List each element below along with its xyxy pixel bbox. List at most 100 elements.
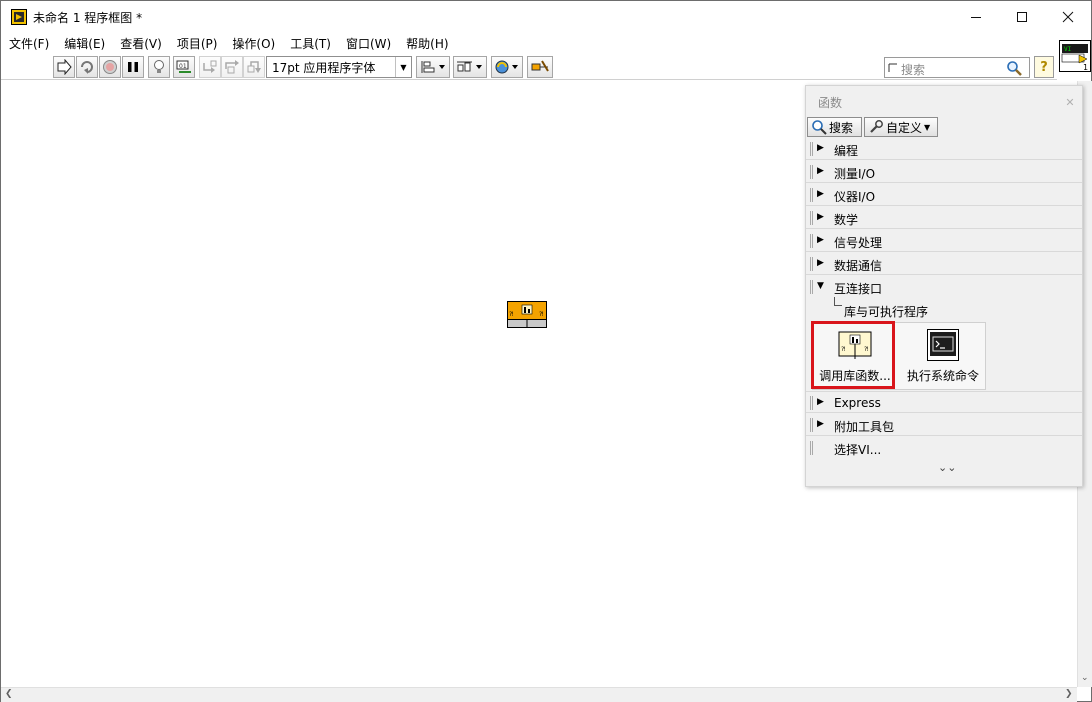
palette-category-addons[interactable]: ▶ 附加工具包: [806, 414, 1082, 436]
palette-category-mathematics[interactable]: ▶ 数学: [806, 207, 1082, 229]
collapsed-triangle-icon: ▶: [817, 419, 824, 429]
palette-subcategory-libraries-executables[interactable]: 库与可执行程序: [844, 303, 928, 320]
font-selector-label: 17pt 应用程序字体: [272, 60, 376, 75]
palette-category-programming[interactable]: ▶ 编程: [806, 138, 1082, 160]
menu-window[interactable]: 窗口(W): [342, 35, 395, 52]
palette-title: 函数: [818, 96, 843, 110]
collapsed-triangle-icon: ▶: [817, 397, 824, 407]
highlight-execution-button[interactable]: [148, 56, 170, 78]
menu-file[interactable]: 文件(F): [5, 35, 53, 52]
align-objects-icon: [421, 61, 445, 73]
horizontal-scrollbar[interactable]: ❮ ❯: [1, 687, 1077, 702]
palette-category-connectivity[interactable]: ▼ 互连接口: [806, 276, 1082, 298]
menu-operate[interactable]: 操作(O): [228, 35, 279, 52]
palette-category-label: 数学: [834, 213, 859, 227]
menu-project[interactable]: 项目(P): [173, 35, 222, 52]
palette-item-system-exec[interactable]: 执行系统命令: [901, 323, 985, 389]
palette-category-express[interactable]: ▶ Express: [806, 391, 1082, 413]
reorder-button[interactable]: [491, 56, 523, 78]
minimize-button[interactable]: [953, 1, 999, 32]
window-title: 未命名 1 程序框图 *: [33, 11, 143, 25]
step-out-icon: [247, 61, 261, 73]
svg-text:⁈: ⁈: [509, 311, 513, 318]
close-button[interactable]: [1045, 1, 1091, 32]
pause-icon: [128, 62, 138, 72]
svg-text:⁈: ⁈: [539, 311, 543, 318]
vi-icon-number: 1: [1083, 63, 1088, 71]
search-field-icon: [888, 63, 897, 72]
vi-icon[interactable]: VI 1: [1059, 40, 1091, 72]
palette-category-measurement-io[interactable]: ▶ 测量I/O: [806, 161, 1082, 183]
scroll-left-icon[interactable]: ❮: [5, 689, 13, 699]
clean-up-diagram-button[interactable]: [527, 56, 553, 78]
distribute-objects-button[interactable]: [453, 56, 487, 78]
palette-select-vi[interactable]: 选择VI...: [806, 437, 1082, 459]
palette-customize-label: 自定义: [886, 120, 923, 135]
expand-palette-icon[interactable]: ⌄⌄: [938, 461, 956, 474]
labview-block-diagram-icon: [11, 9, 27, 25]
step-out-button[interactable]: [243, 56, 265, 78]
reorder-icon: [495, 60, 518, 74]
search-placeholder: 搜索: [901, 63, 926, 77]
drag-grip-icon: [810, 211, 813, 225]
help-question-icon: ?: [1040, 59, 1048, 75]
svg-text:01: 01: [179, 63, 187, 70]
run-continuously-icon: [81, 61, 93, 74]
menu-edit[interactable]: 编辑(E): [60, 35, 109, 52]
retain-wire-values-button[interactable]: 01: [173, 56, 195, 78]
menu-help[interactable]: 帮助(H): [402, 35, 452, 52]
tree-branch-icon: [834, 297, 842, 306]
retain-wire-values-icon: 01: [176, 60, 191, 73]
collapsed-triangle-icon: ▶: [817, 189, 824, 199]
close-icon: [1062, 11, 1074, 22]
palette-category-label: Express: [834, 396, 881, 410]
functions-palette: 函数 ✕ 搜索 自定义 ▼ ▶ 编程 ▶ 测量I/O ▶ 仪器I/O ▶ 数学 …: [805, 85, 1083, 487]
palette-search-button[interactable]: 搜索: [807, 117, 862, 137]
font-selector[interactable]: 17pt 应用程序字体 ▼: [266, 56, 412, 78]
palette-customize-button[interactable]: 自定义 ▼: [864, 117, 938, 137]
maximize-icon: [1017, 11, 1027, 22]
collapsed-triangle-icon: ▶: [817, 212, 824, 222]
abort-execution-icon: [103, 60, 117, 74]
pause-button[interactable]: [122, 56, 144, 78]
search-icon[interactable]: [1006, 60, 1022, 76]
highlight-execution-icon: [154, 60, 164, 73]
drag-grip-icon: [810, 280, 813, 294]
call-library-function-node[interactable]: ⁈ ⁈: [507, 301, 547, 328]
minimize-icon: [971, 16, 981, 18]
chevron-down-icon: ▼: [924, 122, 931, 132]
scroll-right-icon[interactable]: ❯: [1065, 689, 1073, 699]
menu-tools[interactable]: 工具(T): [286, 35, 335, 52]
collapsed-triangle-icon: ▶: [817, 166, 824, 176]
abort-button[interactable]: [99, 56, 121, 78]
drag-grip-icon: [810, 142, 813, 156]
menu-view[interactable]: 查看(V): [116, 35, 166, 52]
palette-close-icon[interactable]: ✕: [1062, 94, 1078, 110]
run-button[interactable]: [53, 56, 75, 78]
highlight-box: [811, 321, 895, 389]
drag-grip-icon: [810, 441, 813, 455]
palette-category-label: 数据通信: [834, 259, 883, 273]
step-over-button[interactable]: [221, 56, 243, 78]
step-into-button[interactable]: [199, 56, 221, 78]
run-continuously-button[interactable]: [76, 56, 98, 78]
search-input[interactable]: 搜索: [884, 57, 1030, 78]
chevron-down-icon: ▼: [395, 57, 411, 77]
palette-category-signal-processing[interactable]: ▶ 信号处理: [806, 230, 1082, 252]
maximize-button[interactable]: [999, 1, 1045, 32]
palette-category-data-communication[interactable]: ▶ 数据通信: [806, 253, 1082, 275]
palette-category-label: 附加工具包: [834, 420, 895, 434]
drag-grip-icon: [810, 165, 813, 179]
labview-block-diagram-window: 未命名 1 程序框图 * 文件(F) 编辑(E) 查看(V) 项目(P) 操作(…: [0, 0, 1092, 702]
scroll-down-icon[interactable]: ⌄: [1081, 673, 1089, 683]
step-over-icon: [225, 60, 239, 74]
step-into-icon: [203, 60, 217, 73]
collapsed-triangle-icon: ▶: [817, 235, 824, 245]
palette-category-instrument-io[interactable]: ▶ 仪器I/O: [806, 184, 1082, 206]
svg-text:VI: VI: [1064, 46, 1072, 53]
align-objects-button[interactable]: [416, 56, 450, 78]
palette-category-label: 测量I/O: [834, 167, 876, 181]
palette-item-label: 执行系统命令: [906, 369, 979, 383]
context-help-button[interactable]: ?: [1034, 56, 1054, 78]
system-exec-terminal-icon: [927, 329, 959, 361]
